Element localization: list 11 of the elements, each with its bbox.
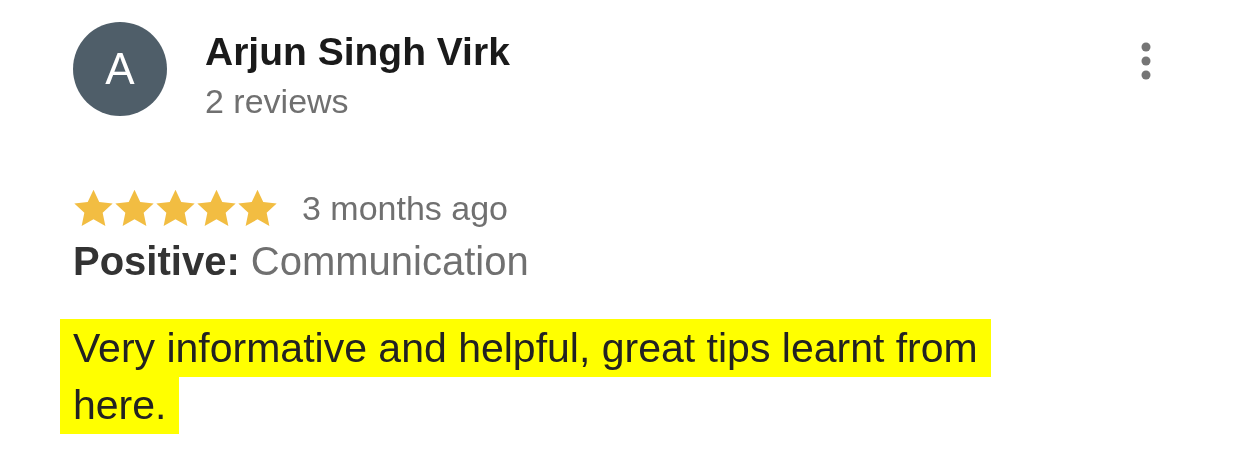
star-icon — [196, 189, 237, 228]
star-icon — [114, 189, 155, 228]
review-time: 3 months ago — [302, 189, 509, 228]
star-icon — [155, 189, 196, 228]
author-name[interactable]: Arjun Singh Virk — [205, 30, 1140, 74]
review-count: 2 reviews — [205, 81, 350, 122]
avatar: A — [73, 22, 167, 116]
more-options-icon[interactable] — [1140, 42, 1152, 80]
review-attributes: Positive: Communication — [73, 238, 530, 284]
star-icon — [73, 189, 114, 228]
star-icon — [237, 189, 278, 228]
